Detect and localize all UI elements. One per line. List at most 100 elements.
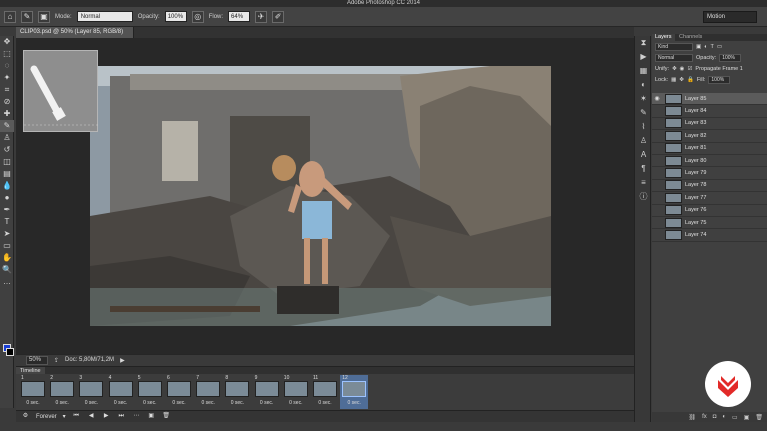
frame-thumbnail[interactable] [283,381,308,397]
quick-selection-tool-icon[interactable]: ✦ [0,72,14,84]
share-icon[interactable]: ⇪ [54,357,59,364]
loop-dropdown-icon[interactable]: ▾ [63,413,66,420]
filter-pixel-icon[interactable]: ▣ [696,44,701,50]
layer-row[interactable]: Layer 82 [652,130,767,143]
healing-brush-tool-icon[interactable]: ✚ [0,108,14,120]
frame-thumbnail[interactable] [108,381,133,397]
adjustments-panel-icon[interactable]: ◐ [635,78,652,92]
frame-delay-select[interactable]: 0 sec. [223,400,251,406]
home-icon[interactable]: ⌂ [4,10,16,23]
layer-row[interactable]: ◉ Layer 85 [652,93,767,106]
next-frame-icon[interactable]: ⏭ [117,412,126,421]
timeline-frame[interactable]: 40 sec. [107,375,135,409]
timeline-frame[interactable]: 70 sec. [194,375,222,409]
timeline-settings-icon[interactable]: ⚙ [21,412,30,421]
airbrush-icon[interactable]: ✈ [255,10,268,23]
opacity-input[interactable]: 100% [164,11,187,22]
type-tool-icon[interactable]: T [0,216,14,228]
frame-thumbnail[interactable] [137,381,162,397]
layer-style-icon[interactable]: fx [702,414,707,420]
document-size-info[interactable]: Doc: 5,80M/71,2M [65,357,114,363]
layer-row[interactable]: Layer 84 [652,105,767,118]
brush-panel-toggle-icon[interactable]: ▣ [38,10,50,23]
unify-visibility-icon[interactable]: ◉ [680,66,685,72]
first-frame-icon[interactable]: ⏮ [72,412,81,421]
frame-thumbnail[interactable] [167,381,191,397]
frame-thumbnail[interactable] [21,381,45,397]
pressure-opacity-icon[interactable]: ◎ [191,10,204,23]
lock-position-icon[interactable]: ✥ [679,77,684,83]
actions-panel-icon[interactable]: ▶ [635,50,652,64]
lasso-tool-icon[interactable]: ◌ [0,60,14,72]
delete-frame-icon[interactable]: 🗑 [162,412,171,421]
layer-row[interactable]: Layer 83 [652,118,767,131]
frame-thumbnail[interactable] [342,381,367,397]
clone-stamp-tool-icon[interactable]: ♙ [0,132,14,144]
clone-source-panel-icon[interactable]: ♙ [635,134,652,148]
play-icon[interactable]: ▶ [102,412,111,421]
blur-tool-icon[interactable]: 💧 [0,180,14,192]
timeline-frame[interactable]: 60 sec. [165,375,193,409]
timeline-frame[interactable]: 30 sec. [77,375,105,409]
layer-row[interactable]: Layer 79 [652,167,767,180]
crop-tool-icon[interactable]: ⌗ [0,84,14,96]
tab-layers[interactable]: Layers [652,34,675,41]
flow-input[interactable]: 64% [228,11,251,22]
lock-pixels-icon[interactable]: ▦ [671,77,676,83]
timeline-panel-tab[interactable]: Timeline [16,366,634,375]
frame-delay-select[interactable]: 0 sec. [136,400,164,406]
layer-row[interactable]: Layer 75 [652,217,767,230]
layer-row[interactable]: Layer 74 [652,229,767,242]
frame-delay-select[interactable]: 0 sec. [194,400,222,406]
layer-opacity-input[interactable]: 100% [719,53,742,62]
gradient-tool-icon[interactable]: ▤ [0,168,14,180]
previous-frame-icon[interactable]: ◀ [87,412,96,421]
paragraph-panel-icon[interactable]: ¶ [635,162,652,176]
frame-delay-select[interactable]: 0 sec. [19,400,47,406]
marquee-tool-icon[interactable]: ⬚ [0,48,14,60]
timeline-frame[interactable]: 10 sec. [19,375,47,409]
more-tools-icon[interactable]: … [0,276,14,288]
unify-position-icon[interactable]: ✥ [672,66,677,72]
background-color-swatch[interactable] [6,348,14,356]
frame-delay-select[interactable]: 0 sec. [165,400,193,406]
frame-delay-select[interactable]: 0 sec. [282,400,310,406]
swatches-panel-icon[interactable]: ▦ [635,64,652,78]
new-adjustment-icon[interactable]: ◐ [722,414,726,420]
frame-delay-select[interactable]: 0 sec. [48,400,76,406]
properties-panel-icon[interactable]: ≡ [635,176,652,190]
fill-input[interactable]: 100% [708,75,731,84]
move-tool-icon[interactable]: ✥ [0,36,14,48]
propagate-checkbox[interactable]: ☑ [687,66,692,72]
frame-delay-select[interactable]: 0 sec. [340,400,368,406]
document-tab[interactable]: CLIP03.psd @ 50% (Layer 85, RGB/8) [16,27,134,38]
pen-tool-icon[interactable]: ✒ [0,204,14,216]
timeline-frame[interactable]: 10 0 sec. [282,375,310,409]
blend-mode-select[interactable]: Normal [655,53,693,62]
mode-select[interactable]: Normal [76,11,133,22]
eraser-tool-icon[interactable]: ◫ [0,156,14,168]
rectangle-tool-icon[interactable]: ▭ [0,240,14,252]
timeline-frame[interactable]: 80 sec. [223,375,251,409]
tween-icon[interactable]: ⋯ [132,412,141,421]
styles-panel-icon[interactable]: ✶ [635,92,652,106]
duplicate-frame-icon[interactable]: ▣ [147,412,156,421]
layer-row[interactable]: Layer 76 [652,205,767,217]
pressure-size-icon[interactable]: ✐ [272,10,285,23]
frame-delay-select[interactable]: 0 sec. [107,400,135,406]
frame-delay-select[interactable]: 0 sec. [253,400,281,406]
zoom-level-input[interactable]: 50% [26,355,48,365]
kind-filter-select[interactable]: Kind [655,42,693,51]
zoom-tool-icon[interactable]: 🔍 [0,264,14,276]
delete-layer-icon[interactable]: 🗑 [755,414,763,421]
canvas-image[interactable] [90,66,551,326]
frame-thumbnail[interactable] [79,381,104,397]
brush-tool-preset-icon[interactable]: ✎ [21,10,33,23]
new-group-icon[interactable]: ▭ [732,414,738,421]
brush-tool-icon[interactable]: ✎ [0,120,14,132]
path-selection-tool-icon[interactable]: ➤ [0,228,14,240]
new-layer-icon[interactable]: ▣ [744,414,750,421]
loop-select[interactable]: Forever [36,414,57,420]
frame-thumbnail[interactable] [50,381,75,397]
info-panel-icon[interactable]: ⓘ [635,190,652,204]
